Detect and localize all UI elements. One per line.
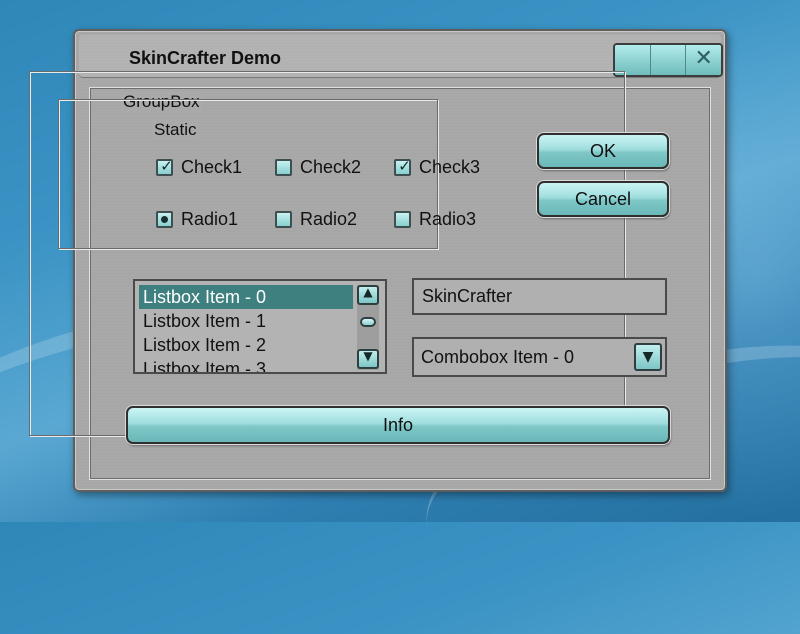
scroll-up-button[interactable]: ▲ bbox=[357, 285, 379, 305]
radio-box[interactable] bbox=[156, 211, 173, 228]
maximize-button[interactable] bbox=[650, 45, 687, 75]
scroll-down-button[interactable]: ▼ bbox=[357, 349, 379, 369]
checkbox-box[interactable] bbox=[275, 159, 292, 176]
combobox[interactable]: Combobox Item - 0 ▼ bbox=[412, 337, 667, 377]
close-icon: ✕ bbox=[694, 46, 713, 71]
checkbox-box[interactable]: ✓ bbox=[394, 157, 411, 176]
checkbox-label: Check1 bbox=[181, 157, 243, 177]
info-button[interactable]: Info bbox=[126, 406, 670, 444]
listbox-item[interactable]: Listbox Item - 3 bbox=[139, 357, 353, 372]
checkbox-check2[interactable]: Check2 bbox=[275, 157, 361, 178]
cancel-button[interactable]: Cancel bbox=[537, 181, 669, 217]
close-button[interactable]: ✕ bbox=[686, 45, 721, 75]
checkbox-check1[interactable]: ✓ Check1 bbox=[156, 157, 242, 178]
ok-button[interactable]: OK bbox=[537, 133, 669, 169]
radio-radio2[interactable]: Radio2 bbox=[275, 209, 357, 230]
static-frame bbox=[58, 99, 438, 249]
window-title: SkinCrafter Demo bbox=[129, 48, 282, 68]
arrow-down-icon: ▼ bbox=[363, 349, 373, 363]
title-bar-buttons: ✕ bbox=[613, 43, 723, 77]
static-label: Static bbox=[152, 120, 199, 140]
radio-label: Radio1 bbox=[181, 209, 239, 229]
scroll-thumb[interactable] bbox=[360, 317, 376, 327]
checkbox-label: Check2 bbox=[300, 157, 362, 177]
chevron-down-icon: ▼ bbox=[642, 349, 654, 365]
arrow-up-icon: ▲ bbox=[363, 285, 373, 299]
radio-radio1[interactable]: Radio1 bbox=[156, 209, 238, 230]
radio-label: Radio2 bbox=[300, 209, 358, 229]
checkmark-icon: ✓ bbox=[160, 157, 173, 175]
combobox-value: Combobox Item - 0 bbox=[421, 347, 575, 367]
radio-box[interactable] bbox=[394, 211, 411, 228]
checkbox-check3[interactable]: ✓ Check3 bbox=[394, 157, 480, 178]
checkmark-icon: ✓ bbox=[398, 157, 411, 175]
text-edit-field[interactable]: SkinCrafter bbox=[412, 278, 667, 315]
radio-label: Radio3 bbox=[419, 209, 477, 229]
radio-radio3[interactable]: Radio3 bbox=[394, 209, 476, 230]
listbox-scrollbar[interactable]: ▲ ▼ bbox=[357, 285, 379, 370]
listbox-item-selected[interactable]: Listbox Item - 0 bbox=[139, 285, 353, 309]
radio-box[interactable] bbox=[275, 211, 292, 228]
listbox[interactable]: Listbox Item - 0 Listbox Item - 1 Listbo… bbox=[133, 279, 387, 374]
checkbox-box[interactable]: ✓ bbox=[156, 157, 173, 176]
listbox-item[interactable]: Listbox Item - 1 bbox=[139, 309, 353, 333]
radio-selected-dot bbox=[161, 216, 168, 223]
listbox-item[interactable]: Listbox Item - 2 bbox=[139, 333, 353, 357]
combobox-dropdown-button[interactable]: ▼ bbox=[634, 343, 662, 371]
checkbox-label: Check3 bbox=[419, 157, 481, 177]
